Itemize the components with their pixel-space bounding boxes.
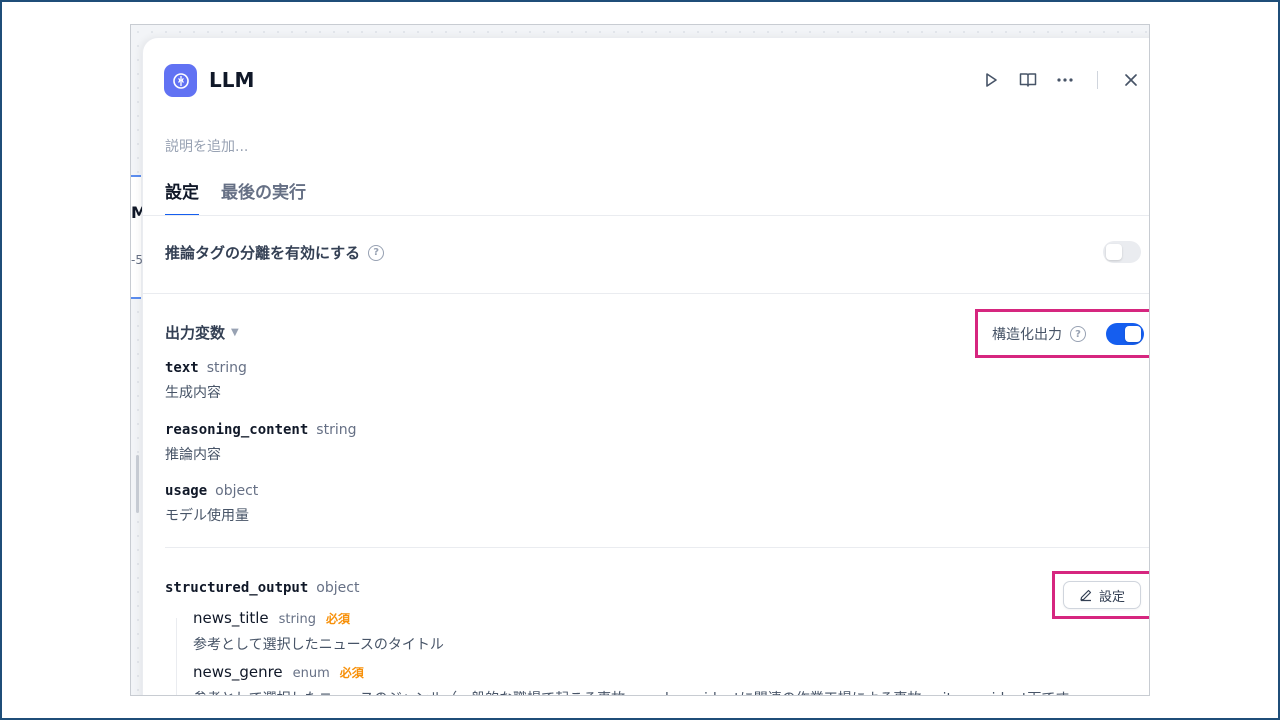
output-variables-title: 出力変数: [165, 324, 226, 342]
structured-output-variable: structured_output object: [165, 577, 359, 596]
settings-button-highlight: 設定: [1052, 571, 1149, 619]
help-icon[interactable]: ?: [368, 244, 385, 261]
play-icon[interactable]: [979, 68, 1003, 92]
tab-settings[interactable]: 設定: [165, 178, 199, 216]
variable-description: 生成内容: [165, 385, 221, 401]
background-node[interactable]: [131, 175, 141, 299]
close-icon[interactable]: [1119, 68, 1143, 92]
help-icon[interactable]: ?: [1070, 326, 1086, 342]
structured-output-label-row: 構造化出力 ?: [992, 324, 1086, 344]
field-name: news_title: [193, 609, 269, 627]
section-divider: [165, 547, 1149, 548]
output-variable: text string 生成内容: [165, 357, 247, 402]
canvas-scrollbar[interactable]: [136, 455, 139, 513]
required-badge: 必須: [325, 612, 350, 626]
node-title[interactable]: LLM: [209, 68, 254, 92]
variable-type: object: [316, 580, 360, 596]
variable-type: string: [206, 360, 247, 376]
toggle-knob: [1125, 326, 1141, 342]
nested-guide-line: [176, 618, 177, 695]
structured-field: news_title string 必須 参考として選択したニュースのタイトル: [193, 608, 444, 654]
variable-description: 推論内容: [165, 447, 221, 463]
node-settings-panel: LLM 説明を追加... 設定 最後の実行 推論タグの分離を有効にする ? 出力…: [142, 37, 1149, 695]
variable-type: string: [316, 422, 357, 438]
reasoning-tag-toggle[interactable]: [1103, 241, 1141, 263]
llm-node-icon: [164, 64, 197, 97]
required-badge: 必須: [339, 666, 364, 680]
caret-down-icon: ▼: [231, 327, 239, 338]
toggle-knob: [1106, 244, 1122, 260]
tabs-divider: [143, 215, 1149, 216]
pencil-icon: [1080, 589, 1092, 602]
more-icon[interactable]: [1053, 68, 1077, 92]
panel-header-actions: [966, 68, 1143, 92]
output-variable: usage object モデル使用量: [165, 480, 258, 525]
book-icon[interactable]: [1016, 68, 1040, 92]
field-description: 参考として選択したニュースのジャンル（一般的な職場で起こる事故、work_acc…: [193, 688, 1069, 695]
variable-name: usage: [165, 483, 208, 499]
panel-tabs: 設定 最後の実行: [165, 178, 328, 216]
output-variables-header[interactable]: 出力変数 ▼: [165, 322, 239, 343]
variable-name: structured_output: [165, 580, 309, 596]
header-divider: [1097, 71, 1098, 89]
description-input[interactable]: 説明を追加...: [165, 136, 248, 156]
brain-icon: [172, 72, 189, 89]
variable-description: モデル使用量: [165, 508, 249, 524]
output-variable: reasoning_content string 推論内容: [165, 419, 357, 464]
structured-output-label: 構造化出力: [992, 327, 1062, 343]
field-name: news_genre: [193, 663, 283, 681]
reasoning-tag-row: 推論タグの分離を有効にする ?: [165, 242, 1149, 263]
structured-output-toggle[interactable]: [1106, 323, 1144, 345]
settings-button-label: 設定: [1098, 589, 1125, 605]
reasoning-tag-label: 推論タグの分離を有効にする: [165, 244, 361, 262]
field-description: 参考として選択したニュースのタイトル: [193, 637, 444, 653]
variable-name: text: [165, 360, 199, 376]
structured-output-highlight: 構造化出力 ?: [975, 309, 1149, 358]
tab-last-run[interactable]: 最後の実行: [221, 178, 306, 215]
workflow-editor: M -5 LLM 説明を追加... 設定 最後の実行 推論タグの分離を有効にする…: [130, 24, 1150, 696]
variable-type: object: [215, 483, 259, 499]
field-type: string: [278, 612, 316, 627]
variable-name: reasoning_content: [165, 422, 309, 438]
structured-output-settings-button[interactable]: 設定: [1063, 581, 1141, 609]
structured-field: news_genre enum 必須 参考として選択したニュースのジャンル（一般的な…: [193, 662, 1069, 695]
field-type: enum: [292, 666, 330, 681]
section-divider: [143, 293, 1149, 294]
